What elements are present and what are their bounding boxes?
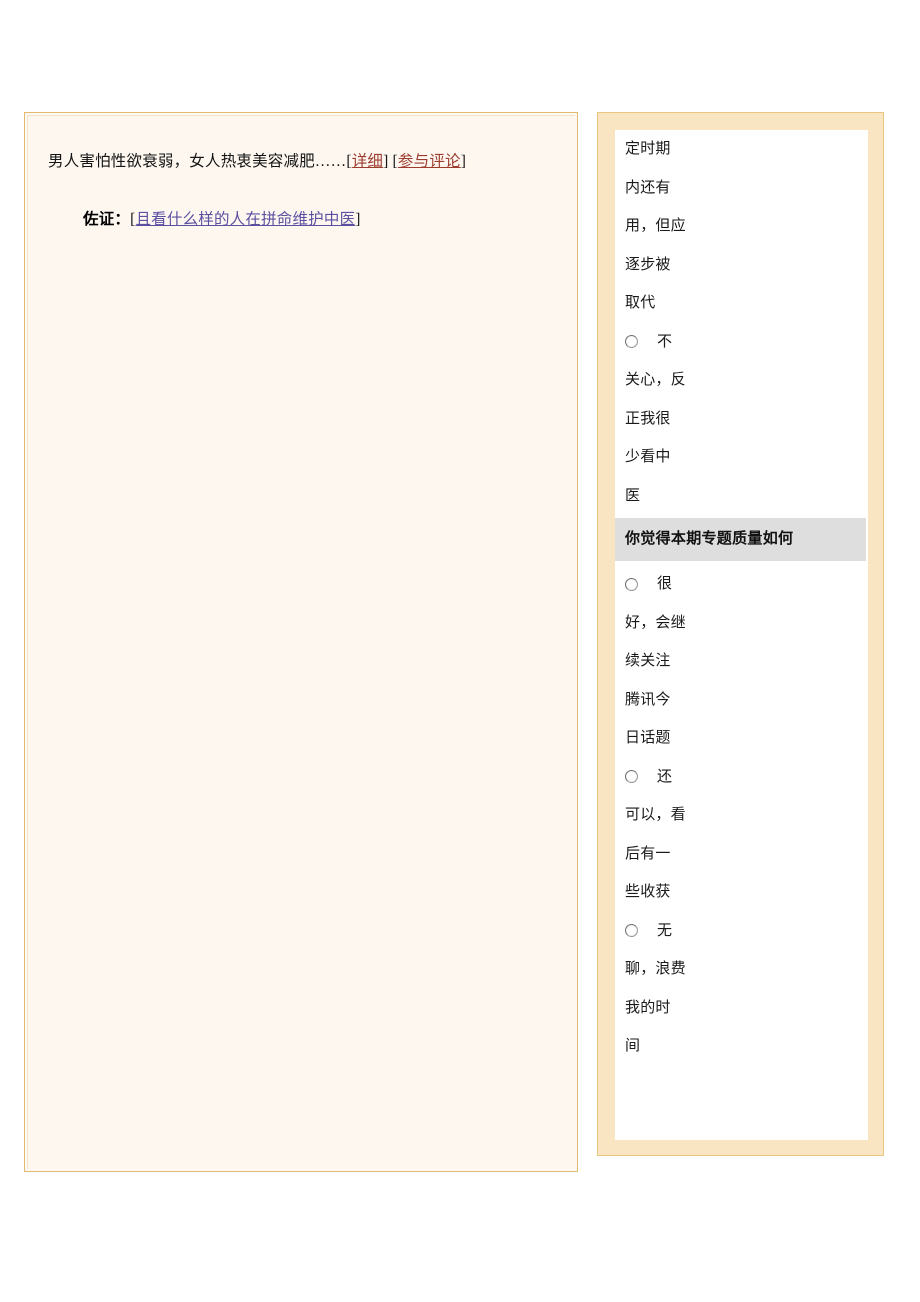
poll-option-1-label: 很 xyxy=(657,576,673,592)
poll-option-3-wrapped-line: 聊，浪费 xyxy=(625,961,686,977)
evidence-label: 佐证： xyxy=(83,211,131,228)
radio-unchecked-icon[interactable] xyxy=(625,924,638,938)
article-summary-text: 男人害怕性欲衰弱，女人热衷美容减肥…… xyxy=(48,153,347,170)
poll-option-2-wrapped-line: 些收获 xyxy=(625,884,671,900)
previous-poll-option[interactable]: 不 xyxy=(615,323,868,362)
previous-poll-wrapped-line: 用，但应 xyxy=(625,218,686,234)
comment-link-close-bracket: ] xyxy=(460,153,467,170)
poll-option-2-label: 还 xyxy=(657,768,673,785)
sidebar-poll-panel: 定时期 内还有 用，但应 逐步被 取代 不 关心，反 正我很 少看中 医 你觉得… xyxy=(597,112,884,1156)
previous-poll-wrapped-line: 定时期 xyxy=(625,141,671,157)
poll-option-1-wrapped-line: 日话题 xyxy=(625,730,671,746)
poll-option-1-wrapped-line: 腾讯今 xyxy=(625,691,671,708)
sidebar-poll-inner: 定时期 内还有 用，但应 逐步被 取代 不 关心，反 正我很 少看中 医 你觉得… xyxy=(615,130,868,1140)
radio-unchecked-icon[interactable] xyxy=(625,577,638,591)
current-poll: 你觉得本期专题质量如何 很 好，会继 续关注 腾讯今 日话题 还 可以，看 后有… xyxy=(615,518,868,1066)
radio-unchecked-icon[interactable] xyxy=(625,770,638,784)
poll-option-1-wrapped-line: 续关注 xyxy=(625,653,671,669)
previous-poll-continuation: 定时期 内还有 用，但应 逐步被 取代 不 关心，反 正我很 少看中 医 xyxy=(615,130,868,515)
poll-option-3-wrapped-line: 我的时 xyxy=(625,999,671,1016)
previous-poll-option-wrapped-line: 少看中 xyxy=(625,449,671,465)
article-panel: 男人害怕性欲衰弱，女人热衷美容减肥……[详细] [参与评论] 佐证：[且看什么样… xyxy=(24,112,578,1172)
poll-option-2-wrapped-line: 可以，看 xyxy=(625,807,686,823)
poll-option-3[interactable]: 无 xyxy=(615,912,868,951)
article-panel-inner: 男人害怕性欲衰弱，女人热衷美容减肥……[详细] [参与评论] 佐证：[且看什么样… xyxy=(27,115,575,1169)
poll-option-2-wrapped-line: 后有一 xyxy=(625,845,671,862)
poll-option-1[interactable]: 很 xyxy=(615,565,868,604)
previous-poll-wrapped-line: 取代 xyxy=(625,295,656,311)
poll-option-3-label: 无 xyxy=(657,922,673,939)
poll-question-header: 你觉得本期专题质量如何 xyxy=(615,518,866,561)
previous-poll-wrapped-line: 内还有 xyxy=(625,179,671,196)
detail-link-close-bracket: ] xyxy=(383,153,389,170)
previous-poll-wrapped-line: 逐步被 xyxy=(625,256,671,273)
previous-poll-option-wrapped-line: 关心，反 xyxy=(625,372,686,388)
article-summary-line: 男人害怕性欲衰弱，女人热衷美容减肥……[详细] [参与评论] xyxy=(48,149,466,171)
previous-poll-option-wrapped-line: 正我很 xyxy=(625,410,671,427)
poll-option-1-wrapped-line: 好，会继 xyxy=(625,614,686,631)
evidence-link-close-bracket: ] xyxy=(355,211,361,228)
poll-option-2[interactable]: 还 xyxy=(615,758,868,797)
previous-poll-option-wrapped-line: 医 xyxy=(625,487,641,504)
evidence-line: 佐证：[且看什么样的人在拼命维护中医] xyxy=(83,207,361,229)
radio-unchecked-icon[interactable] xyxy=(625,335,638,349)
poll-option-3-wrapped-line: 间 xyxy=(625,1038,641,1054)
previous-poll-option-label: 不 xyxy=(657,333,673,350)
evidence-link[interactable]: 且看什么样的人在拼命维护中医 xyxy=(135,211,355,228)
detail-link[interactable]: 详细 xyxy=(352,153,383,170)
comment-link[interactable]: 参与评论 xyxy=(398,153,461,170)
